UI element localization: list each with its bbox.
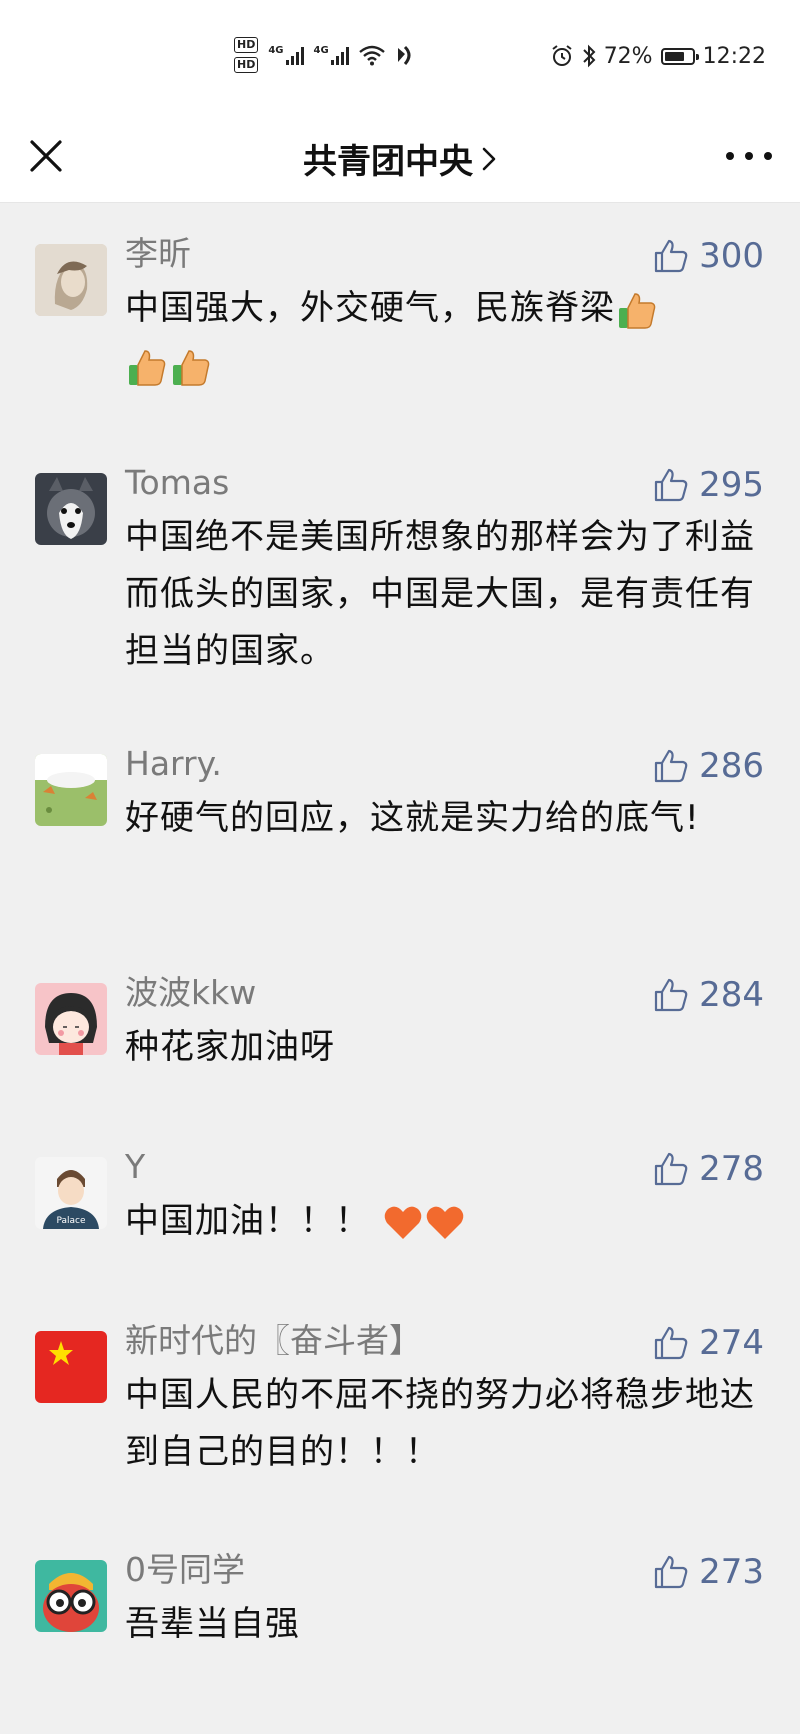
comment-item: Tomas 295 中国绝不是美国所想象的那样会为了利益而低头的国家，中国是大国… (0, 457, 800, 738)
avatar[interactable] (35, 1331, 107, 1403)
network-type-label: 4G (313, 45, 329, 56)
nfc-icon (397, 45, 411, 65)
comment-body: 中国强大，外交硬气，民族脊梁 (125, 288, 615, 328)
thumbs-up-emoji-icon (619, 292, 656, 329)
like-button[interactable]: 274 (653, 1323, 764, 1363)
hd-icon: HD (234, 57, 259, 73)
comment-text: 中国加油！！！ (125, 1193, 770, 1250)
page-title: 共青团中央 (303, 142, 473, 182)
hd-icon: HD (234, 37, 259, 53)
like-count: 284 (699, 975, 764, 1015)
comment-item: 0号同学 273 吾辈当自强 (0, 1544, 800, 1704)
thumbs-up-emoji-icon (129, 349, 166, 386)
thumbs-up-icon (654, 749, 688, 783)
clock: 12:22 (702, 43, 766, 69)
like-count: 274 (699, 1323, 764, 1363)
navigation-bar: 共青团中央 (0, 110, 800, 203)
more-dot (726, 152, 734, 160)
hd-indicators: HD HD (234, 37, 259, 73)
like-button[interactable]: 286 (653, 746, 764, 786)
comment-item: 波波kkw 284 种花家加油呀 (0, 967, 800, 1141)
comment-text: 吾辈当自强 (125, 1604, 300, 1644)
battery-icon (660, 47, 699, 65)
comment-list: 李昕 300 中国强大，外交硬气，民族脊梁 Tomas 295 中国绝不是美国所… (0, 228, 800, 1704)
thumbs-up-icon (654, 239, 688, 273)
thumbs-up-icon (654, 978, 688, 1012)
comment-item: Harry. 286 好硬气的回应，这就是实力给的底气! (0, 738, 800, 967)
avatar[interactable] (35, 983, 107, 1055)
more-options-button[interactable] (726, 148, 772, 164)
avatar[interactable]: Palace (35, 1157, 107, 1229)
battery-percent: 72% (603, 43, 653, 69)
comment-text: 中国人民的不屈不挠的努力必将稳步地达到自己的目的！！！ (125, 1375, 755, 1472)
like-count: 278 (699, 1149, 764, 1189)
network-type-label: 4G (268, 45, 284, 56)
heart-emoji-icon (426, 1206, 464, 1239)
comment-body: 中国加油！！！ (125, 1201, 370, 1241)
thumbs-up-icon (654, 468, 688, 502)
comment-text: 好硬气的回应，这就是实力给的底气! (125, 798, 700, 838)
avatar[interactable] (35, 244, 107, 316)
svg-text:Palace: Palace (56, 1216, 86, 1226)
like-count: 273 (699, 1552, 764, 1592)
status-bar: HD HD 4G 4G 72% 12:22 (0, 0, 800, 110)
comment-text: 种花家加油呀 (125, 1027, 335, 1067)
alarm-icon (552, 45, 572, 66)
comment-item: Palace Y 278 中国加油！！！ (0, 1141, 800, 1315)
like-button[interactable]: 300 (653, 236, 764, 276)
thumbs-up-icon (654, 1152, 688, 1186)
chevron-right-icon (482, 147, 496, 170)
signal-icon: 4G (314, 45, 349, 65)
status-left: HD HD 4G 4G (234, 34, 415, 76)
like-button[interactable]: 295 (653, 465, 764, 505)
thumbs-up-icon (654, 1326, 688, 1360)
thumbs-up-icon (654, 1555, 688, 1589)
signal-icon: 4G (268, 45, 304, 65)
comment-item: 新时代的〖奋斗者】 274 中国人民的不屈不挠的努力必将稳步地达到自己的目的！！… (0, 1315, 800, 1544)
comment-item: 李昕 300 中国强大，外交硬气，民族脊梁 (0, 228, 800, 457)
wifi-icon (358, 45, 385, 66)
bluetooth-icon (582, 44, 596, 68)
like-count: 300 (699, 236, 764, 276)
more-dot (764, 152, 772, 160)
avatar[interactable] (35, 473, 107, 545)
like-count: 295 (699, 465, 764, 505)
comment-text: 中国强大，外交硬气，民族脊梁 (125, 280, 770, 394)
like-button[interactable]: 278 (653, 1149, 764, 1189)
more-dot (745, 152, 753, 160)
avatar[interactable] (35, 754, 107, 826)
heart-emoji-icon (384, 1206, 422, 1239)
status-right: 72% 12:22 (550, 40, 766, 72)
like-button[interactable]: 273 (653, 1552, 764, 1592)
comment-text: 中国绝不是美国所想象的那样会为了利益而低头的国家，中国是大国，是有责任有担当的国… (125, 517, 755, 671)
like-count: 286 (699, 746, 764, 786)
avatar[interactable] (35, 1560, 107, 1632)
account-title-link[interactable]: 共青团中央 (0, 134, 800, 183)
like-button[interactable]: 284 (653, 975, 764, 1015)
thumbs-up-emoji-icon (173, 349, 210, 386)
